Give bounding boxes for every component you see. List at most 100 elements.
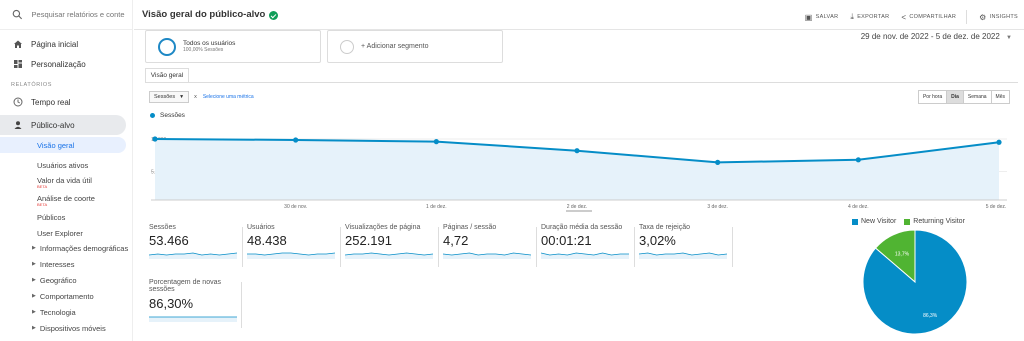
sidebar-subitem-user-explorer[interactable]: User Explorer [0,225,132,241]
x-tick-label: 2 de dez. [567,204,588,210]
sidebar-subitem-active-users[interactable]: Usuários ativos [0,157,132,173]
legend-label: Sessões [160,112,185,119]
data-point[interactable] [433,139,439,145]
scorecard[interactable]: Sessões 53.466 [149,224,243,269]
segment-subtitle: 100,00% Sessões [183,47,224,53]
granularity-week[interactable]: Semana [962,91,991,103]
sidebar-subitem-behavior[interactable]: ▶ Comportamento [0,289,132,305]
scorecard-value: 48.438 [247,233,287,249]
scorecard[interactable]: Porcentagem de novas sessões 86,30% [149,279,243,324]
metric-dropdown[interactable]: Sessões ▼ [149,91,190,103]
sidebar-subitem-label: Informações demográficas [39,244,129,254]
save-label: SALVAR [815,14,839,20]
data-point[interactable] [293,137,299,143]
chart-legend: Sessões [150,112,185,119]
sidebar-subitem-lifetime-value[interactable]: Valor da vida útil BETA [0,173,132,191]
scorecard-sparkline [149,316,237,322]
scorecard-divider [732,227,733,267]
metric-selector: Sessões ▼ x Selecione uma métrica [149,91,254,103]
scorecard-value: 4,72 [443,233,469,249]
data-point[interactable] [574,148,580,154]
sidebar: Página inicial Personalização RELATÓRIOS… [0,0,133,341]
pie-legend-label: Returning Visitor [913,218,965,225]
segment-all-users[interactable]: Todos os usuários 100,00% Sessões [145,30,321,63]
share-label: COMPARTILHAR [909,14,957,20]
x-tick-label: 3 de dez. [707,204,728,210]
report-actions: ▣ SALVAR ⤓ EXPORTAR < COMPARTILHAR ⚙ INS… [793,10,1018,24]
scorecard[interactable]: Visualizações de página 252.191 [345,224,439,269]
x-tick-label: 5 de dez. [986,204,1007,210]
scorecard-label: Usuários [247,224,275,231]
reports-section-label: RELATÓRIOS [11,82,53,88]
caret-right-icon: ▶ [32,293,36,300]
beta-badge: BETA [37,183,48,189]
insights-label: INSIGHTS [989,14,1018,20]
date-range-picker[interactable]: 29 de nov. de 2022 - 5 de dez. de 2022 ▼ [861,32,1012,41]
scorecard-sparkline [639,252,727,260]
sidebar-item-home[interactable]: Página inicial [0,34,132,54]
floppy-disk-icon: ▣ [804,12,813,22]
data-point[interactable] [855,157,861,163]
sidebar-item-realtime[interactable]: Tempo real [0,92,132,112]
legend-swatch [904,218,911,225]
sidebar-item-customization[interactable]: Personalização [0,54,132,74]
share-button[interactable]: < COMPARTILHAR [901,13,956,22]
x-tick-label: 30 de nov. [284,204,307,210]
sidebar-subitem-overview[interactable]: Visão geral [0,137,126,153]
scorecard[interactable]: Usuários 48.438 [247,224,341,269]
date-range-label: 29 de nov. de 2022 - 5 de dez. de 2022 [860,32,1000,41]
metric-dropdown-value: Sessões [154,94,176,100]
x-tick-label: 4 de dez. [848,204,869,210]
sidebar-subitem-audiences[interactable]: Públicos [0,209,132,225]
data-point[interactable] [152,136,158,142]
pie-slice-label: 86,3% [923,313,938,319]
chevron-down-icon: ▼ [1006,35,1012,41]
sidebar-subitem-geo[interactable]: ▶ Geográfico [0,273,132,289]
data-point[interactable] [715,159,721,165]
search-input[interactable] [31,10,132,19]
sidebar-subitem-demographics[interactable]: ▶ Informações demográficas [0,241,132,257]
scorecard[interactable]: Duração média da sessão 00:01:21 [541,224,635,269]
sidebar-subitem-mobile[interactable]: ▶ Dispositivos móveis [0,321,132,337]
sidebar-item-label: Público-alvo [31,120,75,130]
segment-ring-icon [158,37,176,56]
data-point[interactable] [996,139,1002,145]
x-tick-label: 1 de dez. [426,204,447,210]
sidebar-subitem-cohort[interactable]: Análise de coorte BETA [0,191,132,209]
caret-right-icon: ▶ [32,309,36,316]
select-metric-link[interactable]: Selecione uma métrica [203,94,254,100]
add-segment-label: + Adicionar segmento [361,43,429,50]
scorecard-label: Duração média da sessão [541,224,623,231]
person-icon [13,120,23,130]
scorecard-label: Visualizações de página [345,224,421,231]
scorecard-value: 3,02% [639,233,676,249]
search-icon [12,9,23,20]
sidebar-subitem-interests[interactable]: ▶ Interesses [0,257,132,273]
export-button[interactable]: ⤓ EXPORTAR [850,12,889,22]
scorecard-divider [242,227,243,267]
chart-resize-handle[interactable] [566,210,592,212]
scorecard[interactable]: Páginas / sessão 4,72 [443,224,537,269]
sidebar-subitem-technology[interactable]: ▶ Tecnologia [0,305,132,321]
scorecard-label: Páginas / sessão [443,224,497,231]
granularity-month[interactable]: Mês [990,91,1009,103]
sidebar-item-audience[interactable]: Público-alvo [0,115,126,135]
search-bar [0,0,132,30]
add-segment-button[interactable]: + Adicionar segmento [327,30,503,63]
visitor-type-pie-chart: 13,7% 86,3% [862,229,968,335]
pie-slice-label: 13,7% [895,252,910,258]
tab-overview[interactable]: Visão geral [145,68,189,82]
granularity-hour[interactable]: Por hora [918,91,947,103]
granularity-day[interactable]: Dia [946,91,963,103]
insights-button[interactable]: ⚙ INSIGHTS [979,13,1018,22]
save-button[interactable]: ▣ SALVAR [805,13,839,22]
home-icon [13,39,23,49]
caret-right-icon: ▶ [32,325,36,332]
tab-divider [145,82,1018,83]
caret-right-icon: ▶ [32,245,36,252]
scorecard-divider [241,282,242,328]
scorecard-value: 53.466 [149,233,189,249]
scorecard[interactable]: Taxa de rejeição 3,02% [639,224,733,269]
sidebar-item-label: Página inicial [31,39,79,49]
versus-label: x [194,94,197,100]
